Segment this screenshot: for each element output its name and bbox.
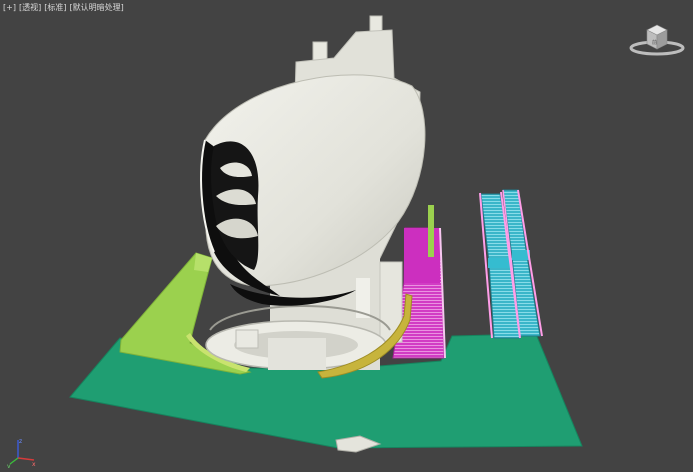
x-axis-line xyxy=(17,457,35,461)
viewcube-navigation[interactable]: 前 xyxy=(628,20,686,60)
3d-scene[interactable] xyxy=(0,0,693,472)
y-axis-line xyxy=(9,457,19,465)
y-axis-label: y xyxy=(7,463,11,468)
perspective-viewport[interactable]: [+] [透视] [标准] [默认明暗处理] 前 z x y xyxy=(0,0,693,472)
viewcube-face-label: 前 xyxy=(652,39,657,46)
x-axis-label: x xyxy=(32,461,36,468)
cyan-escalators xyxy=(479,189,543,339)
axis-tripod: z x y xyxy=(6,434,38,470)
z-axis-label: z xyxy=(19,438,22,445)
